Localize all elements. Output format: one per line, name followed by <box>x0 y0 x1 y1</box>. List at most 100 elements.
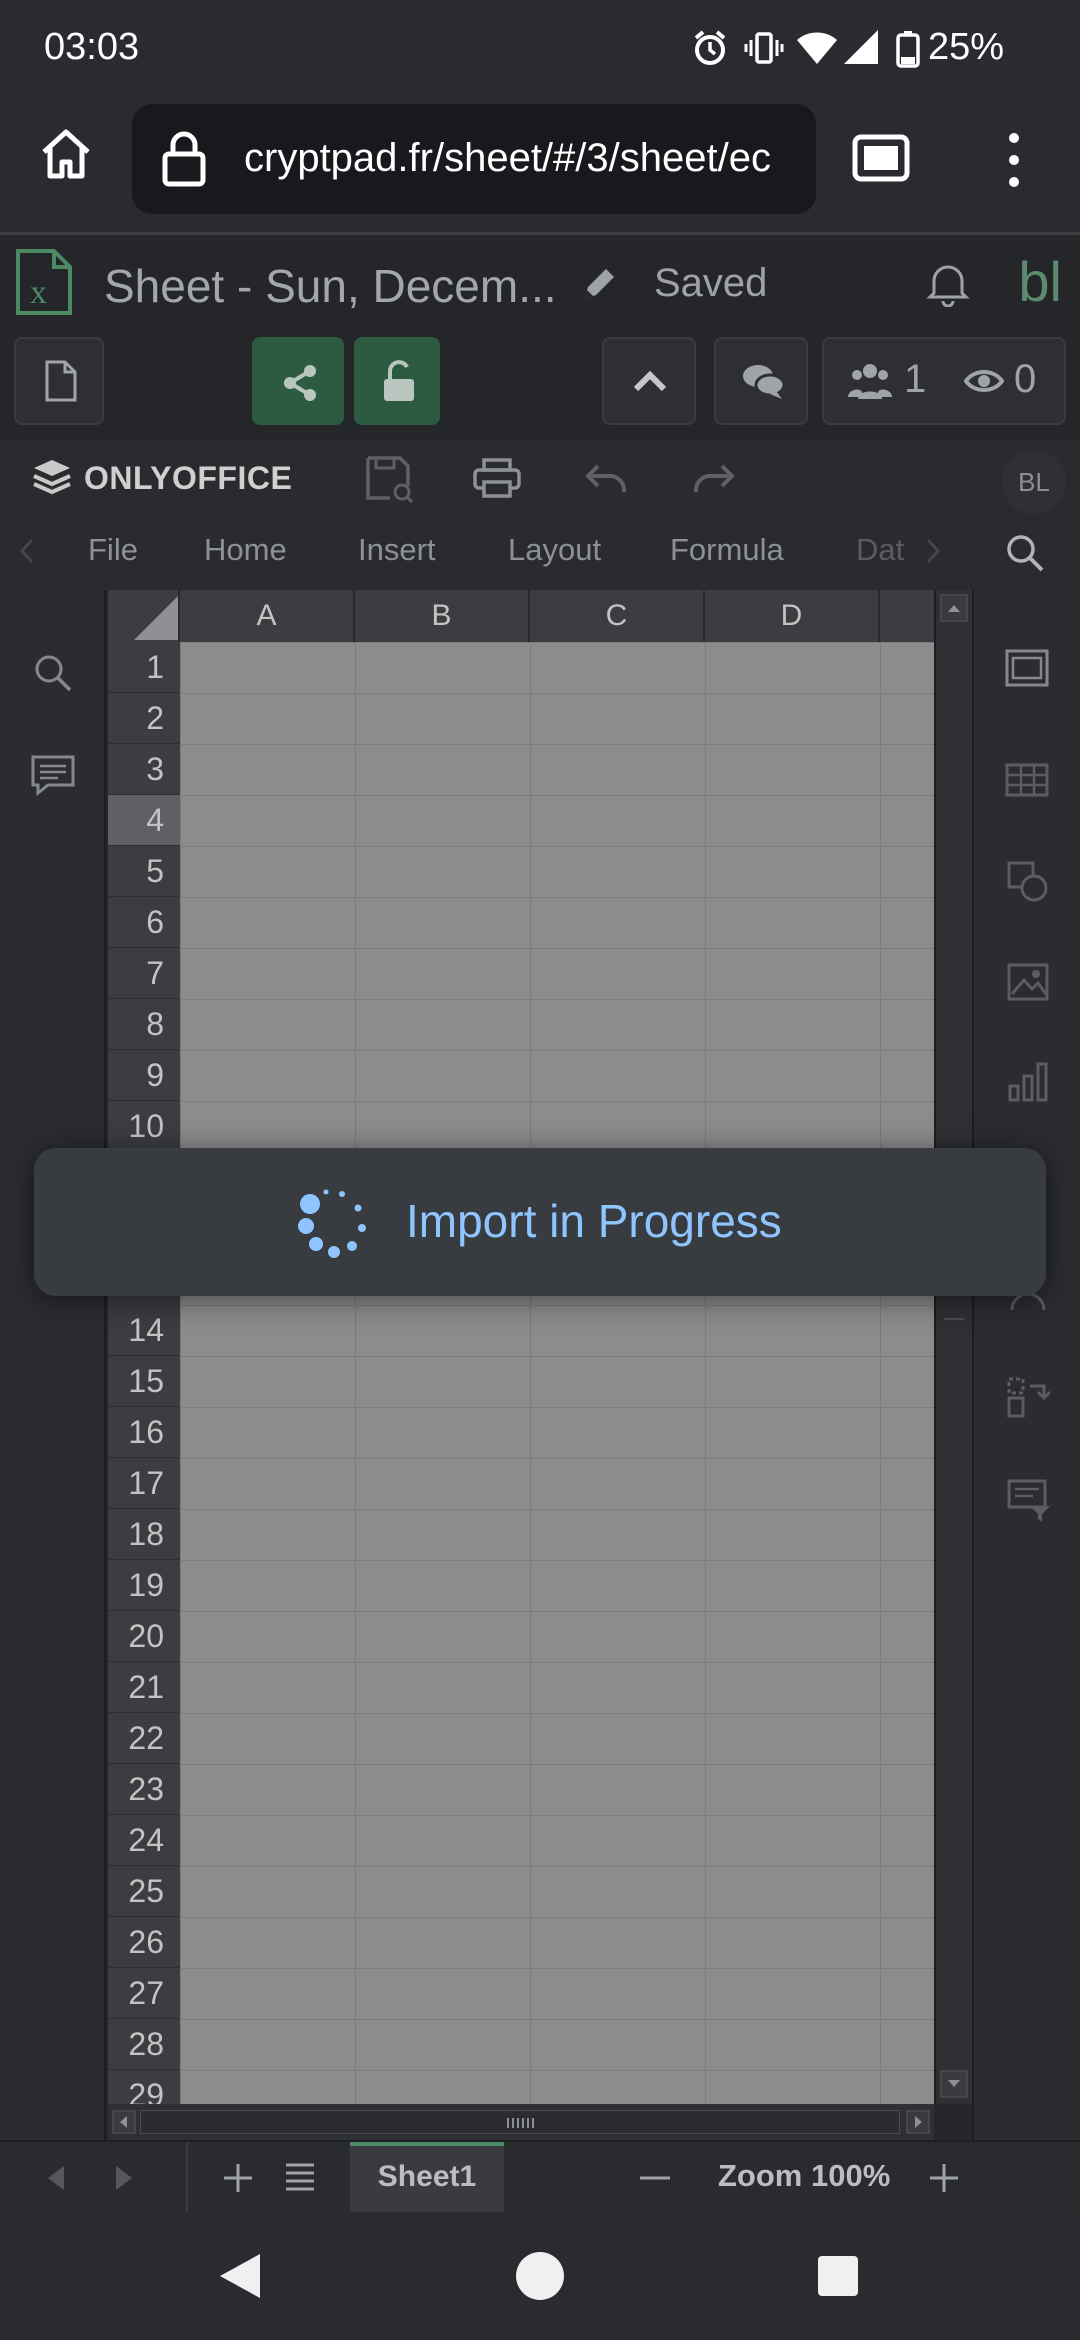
row-header-8[interactable]: 8 <box>108 999 180 1050</box>
row-header-21[interactable]: 21 <box>108 1662 180 1713</box>
filter-settings-icon[interactable] <box>1006 1478 1052 1524</box>
tabs-scroll-left-icon[interactable] <box>18 536 36 566</box>
next-sheet-icon[interactable] <box>112 2164 136 2192</box>
row-header-17[interactable]: 17 <box>108 1458 180 1509</box>
row-header-26[interactable]: 26 <box>108 1917 180 1968</box>
status-bar: 03:03 25% <box>0 0 1080 96</box>
row-header-4-selected[interactable]: 4 <box>108 795 180 846</box>
row-header-19[interactable]: 19 <box>108 1560 180 1611</box>
vertical-scrollbar[interactable] <box>934 590 972 2104</box>
row-header-23[interactable]: 23 <box>108 1764 180 1815</box>
save-status: Saved <box>654 261 768 305</box>
sheet-list-icon[interactable] <box>284 2162 316 2192</box>
chat-button[interactable] <box>714 337 808 425</box>
import-progress-dialog: Import in Progress <box>34 1148 1046 1296</box>
onlyoffice-brand: ONLYOFFICE <box>84 460 293 496</box>
scroll-right-arrow-icon[interactable] <box>906 2110 930 2134</box>
lock-icon[interactable] <box>160 130 208 188</box>
tab-switcher-icon[interactable] <box>852 134 910 182</box>
row-header-5[interactable]: 5 <box>108 846 180 897</box>
spreadsheet-grid[interactable]: A B C D 1 2 3 4 5 6 7 8 9 10 14 15 16 17… <box>108 590 934 2104</box>
users-online-button[interactable]: 1 0 <box>822 337 1066 425</box>
print-icon[interactable] <box>472 456 522 500</box>
shape-icon[interactable] <box>1006 860 1050 904</box>
select-all-corner[interactable] <box>108 590 180 642</box>
onlyoffice-logo-icon <box>33 460 71 495</box>
row-header-20[interactable]: 20 <box>108 1611 180 1662</box>
cell-area[interactable] <box>180 642 934 2104</box>
column-header-b[interactable]: B <box>355 590 530 642</box>
row-header-15[interactable]: 15 <box>108 1356 180 1407</box>
more-menu-icon[interactable] <box>1006 132 1022 188</box>
user-avatar[interactable]: BL <box>1002 450 1066 514</box>
row-header-16[interactable]: 16 <box>108 1407 180 1458</box>
import-message: Import in Progress <box>406 1195 782 1247</box>
user-initials[interactable]: bl <box>1018 249 1062 314</box>
tab-home[interactable]: Home <box>204 532 287 568</box>
collapse-toolbar-button[interactable] <box>602 337 696 425</box>
row-header-28[interactable]: 28 <box>108 2019 180 2070</box>
row-header-25[interactable]: 25 <box>108 1866 180 1917</box>
url-bar[interactable]: cryptpad.fr/sheet/#/3/sheet/ec <box>132 104 816 214</box>
file-menu-button[interactable] <box>14 337 104 425</box>
horizontal-scroll-thumb[interactable] <box>140 2110 900 2134</box>
svg-text:x: x <box>30 274 47 311</box>
zoom-out-icon[interactable] <box>640 2176 670 2180</box>
home-button-icon[interactable] <box>514 2250 566 2302</box>
scroll-down-arrow-icon[interactable] <box>940 2070 968 2098</box>
search-icon[interactable] <box>1004 532 1046 574</box>
tab-insert[interactable]: Insert <box>358 532 436 568</box>
add-sheet-icon[interactable] <box>222 2162 254 2194</box>
column-header-c[interactable]: C <box>530 590 705 642</box>
table-icon[interactable] <box>1004 762 1050 798</box>
tab-formula[interactable]: Formula <box>670 532 784 568</box>
comments-icon[interactable] <box>30 754 76 796</box>
image-icon[interactable] <box>1006 962 1050 1002</box>
scroll-left-arrow-icon[interactable] <box>112 2110 136 2134</box>
row-header-18[interactable]: 18 <box>108 1509 180 1560</box>
horizontal-scrollbar[interactable] <box>108 2104 934 2140</box>
row-header-9[interactable]: 9 <box>108 1050 180 1101</box>
share-button[interactable] <box>252 337 344 425</box>
right-panel <box>972 590 1080 2140</box>
scroll-up-arrow-icon[interactable] <box>940 594 968 622</box>
pencil-icon[interactable] <box>578 263 620 305</box>
find-icon[interactable] <box>32 652 74 694</box>
tab-layout[interactable]: Layout <box>508 532 601 568</box>
row-header-7[interactable]: 7 <box>108 948 180 999</box>
row-header-22[interactable]: 22 <box>108 1713 180 1764</box>
zoom-in-icon[interactable] <box>928 2162 960 2194</box>
zoom-level[interactable]: Zoom 100% <box>718 2158 890 2194</box>
document-title[interactable]: Sheet - Sun, Decem... <box>104 259 557 313</box>
notifications-bell-icon[interactable] <box>926 259 970 307</box>
column-header-d[interactable]: D <box>705 590 880 642</box>
home-icon[interactable] <box>36 124 96 184</box>
tab-data[interactable]: Dat <box>856 532 904 568</box>
recents-icon[interactable] <box>816 2254 860 2298</box>
sheet-tab-sheet1[interactable]: Sheet1 <box>350 2142 504 2212</box>
row-header-27[interactable]: 27 <box>108 1968 180 2019</box>
tabs-scroll-right-icon[interactable] <box>924 536 942 566</box>
cell-settings-icon[interactable] <box>1004 648 1050 688</box>
redo-icon[interactable] <box>692 462 736 496</box>
save-icon[interactable] <box>364 454 414 504</box>
row-header-14[interactable]: 14 <box>108 1305 180 1356</box>
row-header-24[interactable]: 24 <box>108 1815 180 1866</box>
row-header-3[interactable]: 3 <box>108 744 180 795</box>
pivot-table-icon[interactable] <box>1006 1376 1050 1420</box>
alarm-icon <box>690 28 730 68</box>
row-header-29[interactable]: 29 <box>108 2070 180 2104</box>
undo-icon[interactable] <box>584 462 628 496</box>
url-text[interactable]: cryptpad.fr/sheet/#/3/sheet/ec <box>244 136 771 181</box>
chart-icon[interactable] <box>1006 1060 1050 1104</box>
row-header-1[interactable]: 1 <box>108 642 180 693</box>
tab-file[interactable]: File <box>88 532 138 568</box>
row-header-2[interactable]: 2 <box>108 693 180 744</box>
previous-sheet-icon[interactable] <box>44 2164 68 2192</box>
access-button[interactable] <box>354 337 440 425</box>
eye-icon <box>964 370 1004 392</box>
back-icon[interactable] <box>216 2250 264 2302</box>
column-header-a[interactable]: A <box>180 590 355 642</box>
row-header-6[interactable]: 6 <box>108 897 180 948</box>
row-header-10[interactable]: 10 <box>108 1101 180 1152</box>
